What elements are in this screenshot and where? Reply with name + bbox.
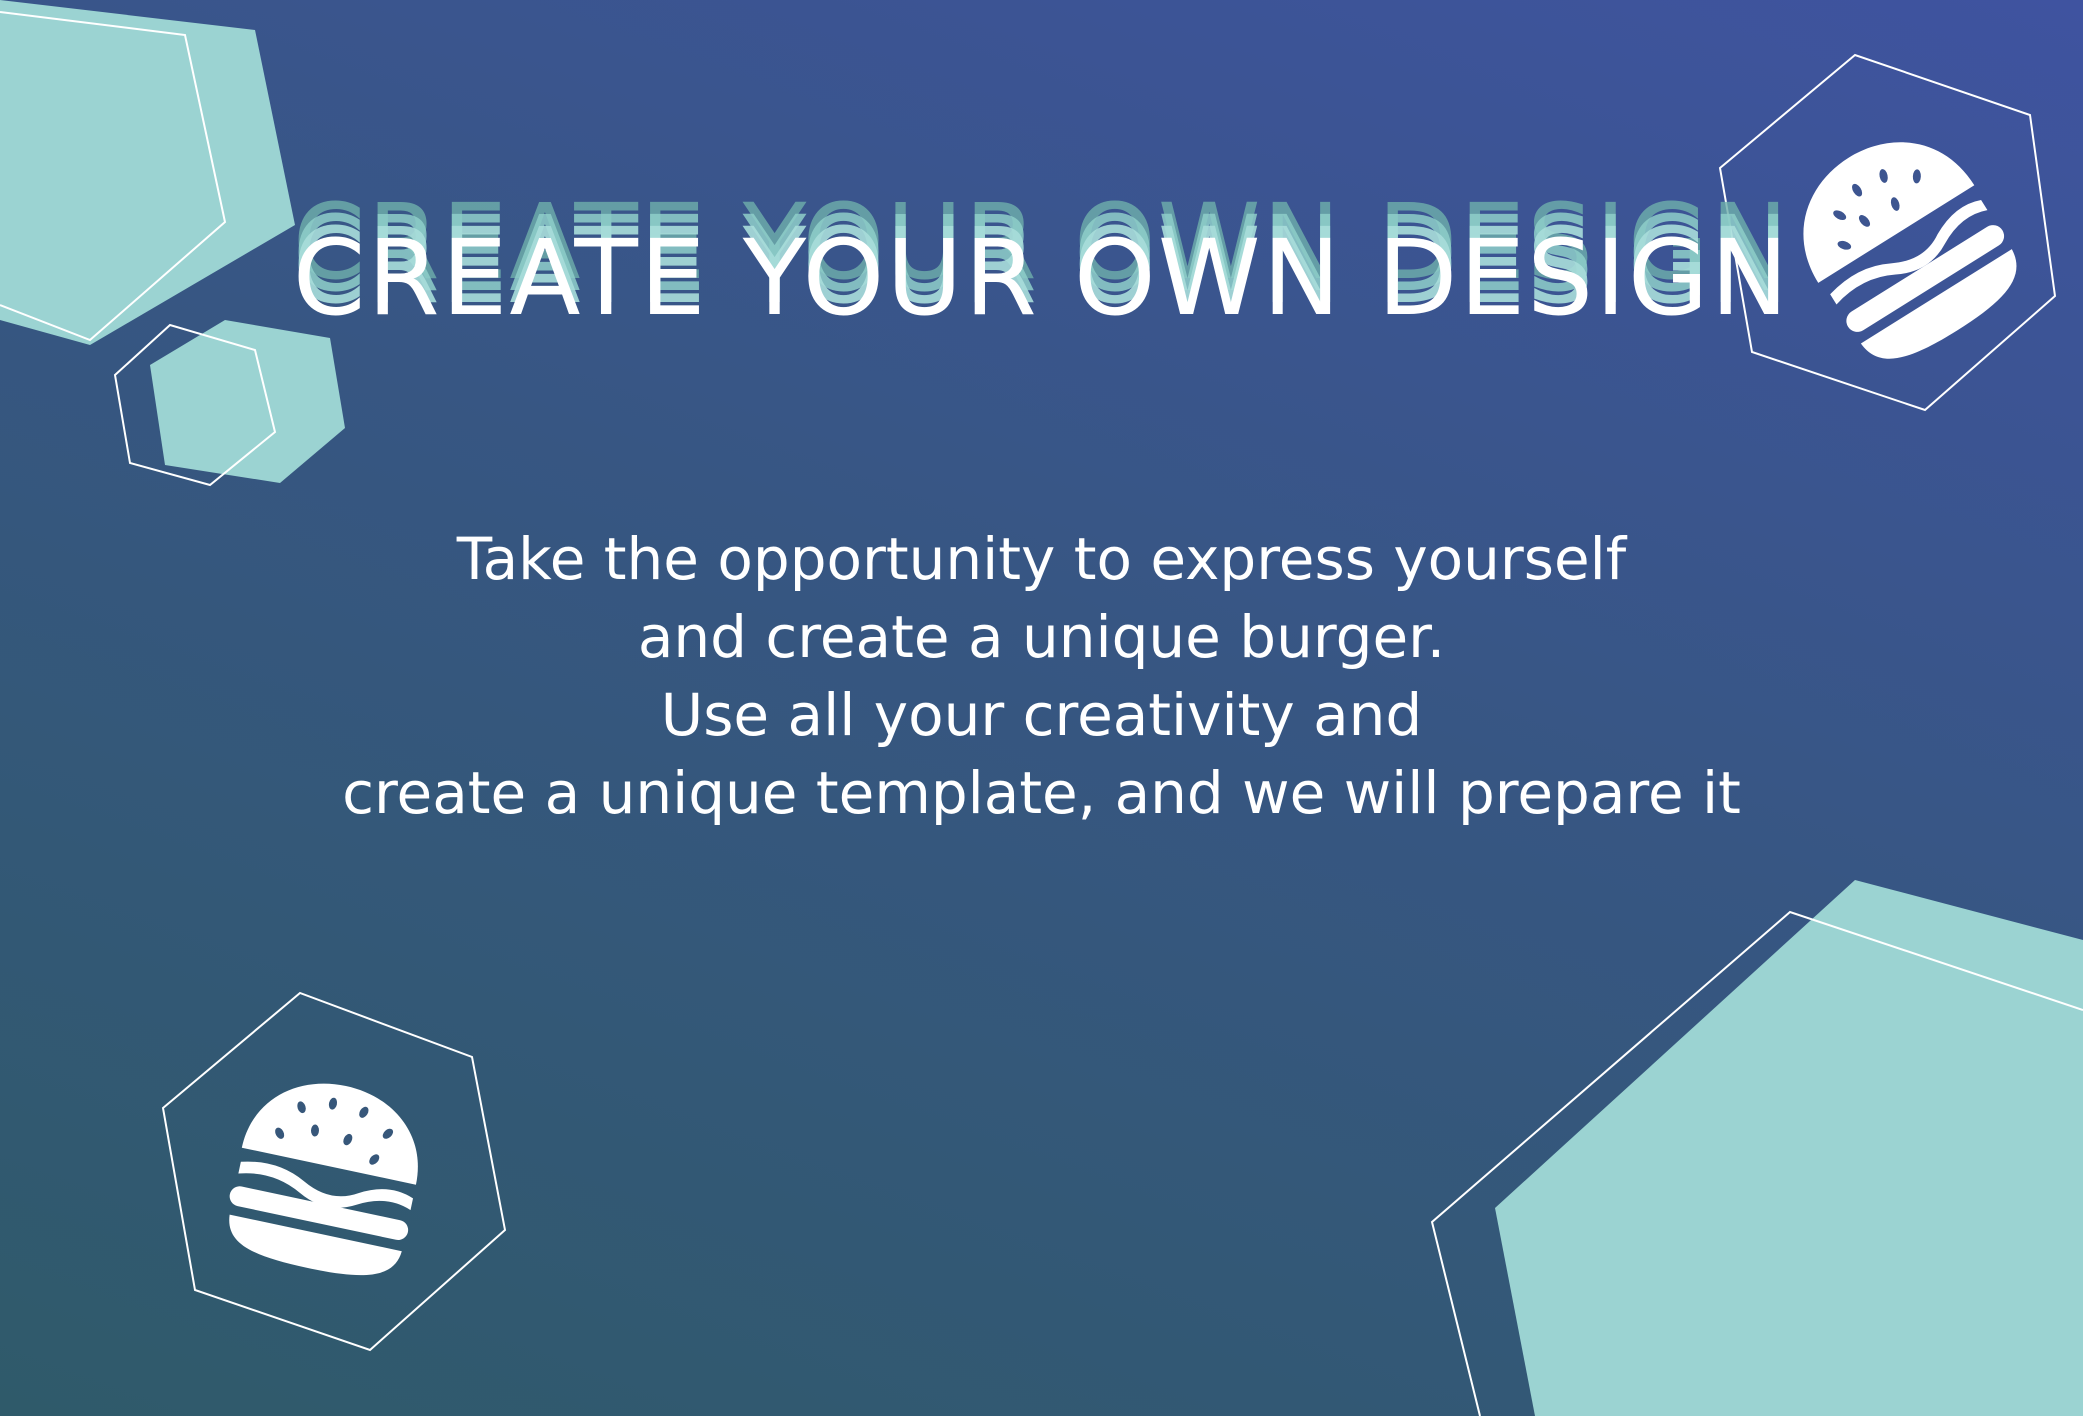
design-banner: CREATE YOUR OWN DESIGN CREATE YOUR OWN D… [0,0,2083,1416]
description-line-2: and create a unique burger. [637,603,1446,671]
hexagon-small-left [150,320,345,483]
burger-icon [229,1083,418,1276]
headline-text: CREATE YOUR OWN DESIGN [292,217,1791,339]
description-line-4: create a unique template, and we will pr… [342,759,1741,827]
description: Take the opportunity to express yourself… [0,520,2083,832]
headline: CREATE YOUR OWN DESIGN CREATE YOUR OWN D… [0,190,2083,340]
description-line-1: Take the opportunity to express yourself [456,525,1627,593]
hexagon-bottom-right [1495,880,2083,1416]
description-line-3: Use all your creativity and [660,681,1423,749]
